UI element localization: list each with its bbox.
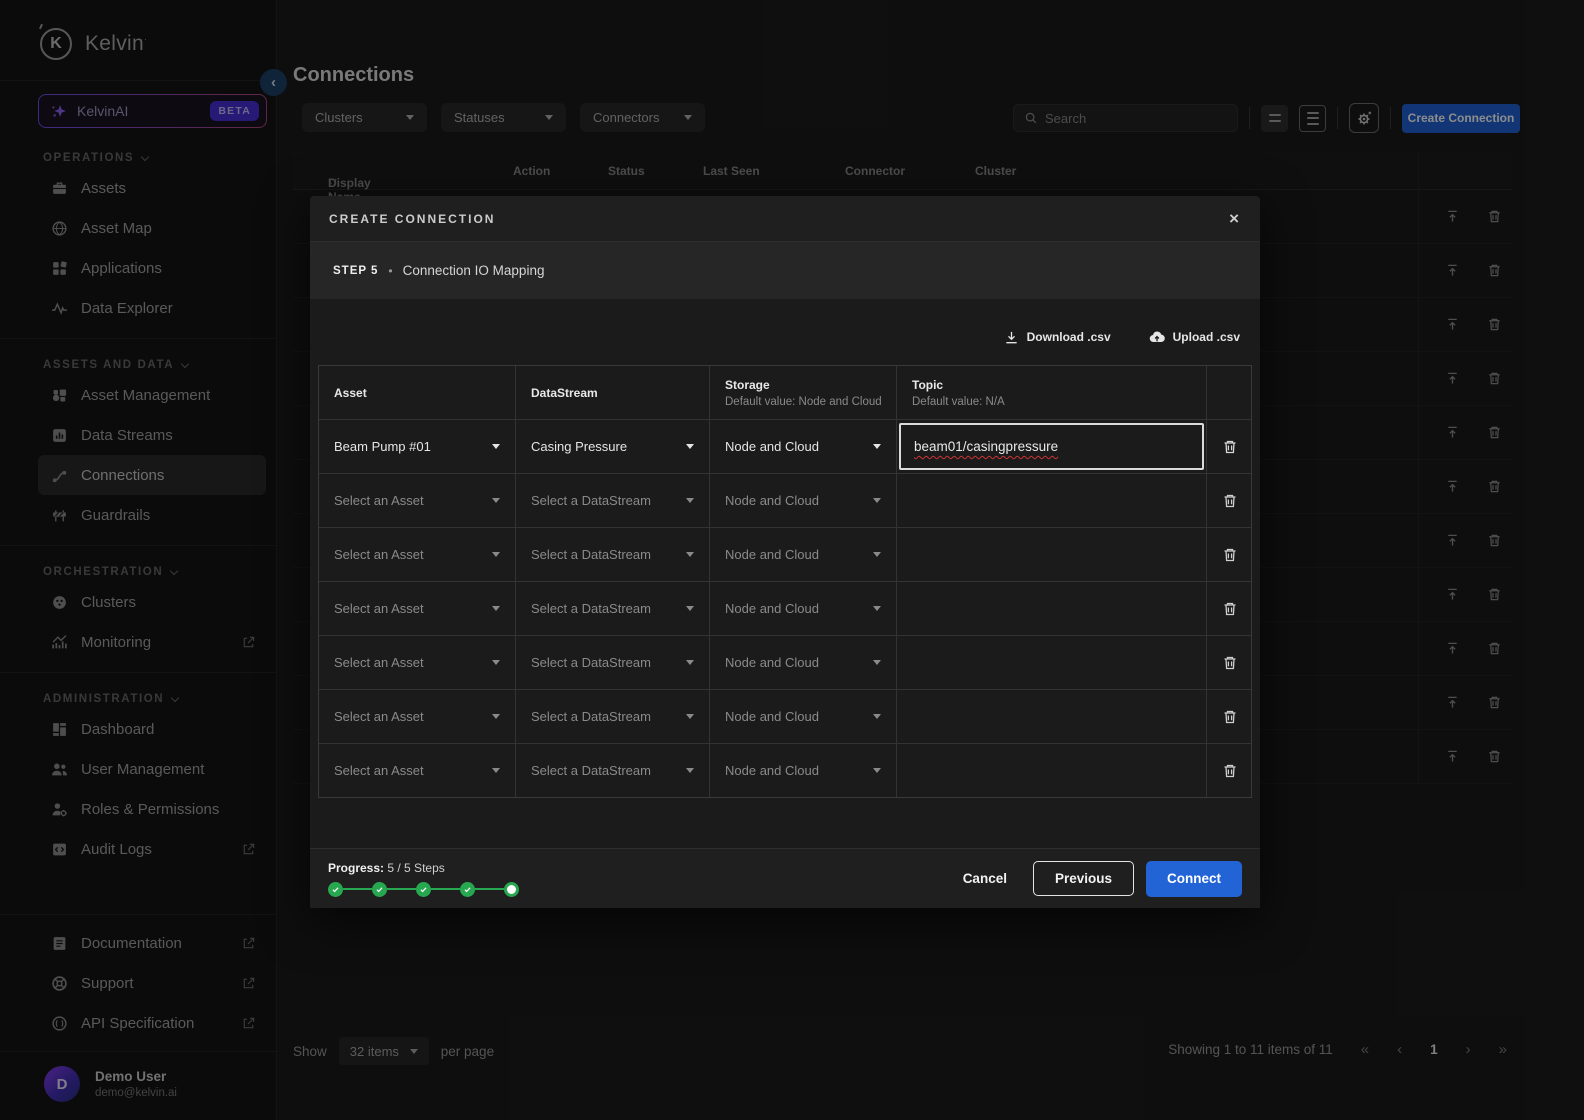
io-mapping-row: Select an Asset Select a DataStream Node… [319, 636, 1251, 690]
download-csv-button[interactable]: Download .csv [1004, 330, 1111, 345]
storage-select[interactable]: Node and Cloud [725, 709, 881, 724]
chevron-down-icon [873, 444, 881, 449]
topic-default-value: Default value: N/A [912, 396, 1191, 408]
trash-icon[interactable] [1222, 655, 1238, 671]
chevron-down-icon [686, 606, 694, 611]
storage-select[interactable]: Node and Cloud [725, 763, 881, 778]
asset-select[interactable]: Select an Asset [334, 763, 500, 778]
chevron-down-icon [873, 714, 881, 719]
chevron-down-icon [873, 498, 881, 503]
trash-icon[interactable] [1222, 493, 1238, 509]
modal-footer: Progress: 5 / 5 Steps Cancel Previous Co… [310, 848, 1260, 908]
datastream-column-header: DataStream [531, 386, 694, 400]
upload-csv-button[interactable]: Upload .csv [1149, 329, 1240, 345]
previous-button[interactable]: Previous [1033, 861, 1134, 896]
cancel-button[interactable]: Cancel [949, 862, 1021, 895]
io-mapping-row: Select an Asset Select a DataStream Node… [319, 744, 1251, 797]
storage-select[interactable]: Node and Cloud [725, 493, 881, 508]
progress-value: 5 / 5 Steps [387, 861, 444, 875]
chevron-down-icon [686, 498, 694, 503]
storage-select[interactable]: Node and Cloud [725, 601, 881, 616]
chevron-down-icon [686, 444, 694, 449]
progress-label: Progress: [328, 861, 384, 875]
io-mapping-row: Beam Pump #01 Casing Pressure Node and C… [319, 420, 1251, 474]
modal-body: Download .csv Upload .csv Asset DataStre… [310, 299, 1260, 848]
asset-select[interactable]: Select an Asset [334, 709, 500, 724]
chevron-down-icon [492, 768, 500, 773]
trash-icon[interactable] [1222, 439, 1238, 455]
storage-column-header: Storage [725, 378, 881, 392]
topic-column-header: Topic [912, 378, 1191, 392]
chevron-down-icon [492, 660, 500, 665]
chevron-down-icon [686, 714, 694, 719]
chevron-down-icon [686, 660, 694, 665]
storage-default-value: Default value: Node and Cloud [725, 396, 881, 408]
step-label: STEP 5 [333, 265, 378, 277]
asset-select[interactable]: Select an Asset [334, 547, 500, 562]
connect-button[interactable]: Connect [1146, 861, 1242, 897]
asset-column-header: Asset [334, 386, 500, 400]
chevron-down-icon [492, 552, 500, 557]
io-mapping-row: Select an Asset Select a DataStream Node… [319, 528, 1251, 582]
download-icon [1004, 330, 1019, 345]
trash-icon[interactable] [1222, 547, 1238, 563]
csv-actions: Download .csv Upload .csv [318, 299, 1252, 365]
modal-title: CREATE CONNECTION [329, 212, 495, 226]
progress-indicator: Progress: 5 / 5 Steps [328, 861, 519, 897]
step-separator: • [388, 264, 392, 278]
chevron-down-icon [873, 768, 881, 773]
io-table-header: Asset DataStream Storage Default value: N… [319, 366, 1251, 420]
datastream-select[interactable]: Casing Pressure [531, 439, 694, 454]
step-current-icon [504, 882, 519, 897]
io-mapping-row: Select an Asset Select a DataStream Node… [319, 474, 1251, 528]
asset-select[interactable]: Select an Asset [334, 601, 500, 616]
modal-actions: Cancel Previous Connect [949, 861, 1242, 897]
step-complete-icon [460, 882, 475, 897]
cloud-upload-icon [1149, 329, 1165, 345]
storage-select[interactable]: Node and Cloud [725, 547, 881, 562]
chevron-down-icon [873, 552, 881, 557]
create-connection-modal: CREATE CONNECTION × STEP 5 • Connection … [310, 196, 1260, 908]
chevron-down-icon [492, 714, 500, 719]
step-complete-icon [372, 882, 387, 897]
chevron-down-icon [873, 660, 881, 665]
asset-select[interactable]: Select an Asset [334, 655, 500, 670]
chevron-down-icon [686, 552, 694, 557]
asset-select[interactable]: Beam Pump #01 [334, 439, 500, 454]
datastream-select[interactable]: Select a DataStream [531, 709, 694, 724]
datastream-select[interactable]: Select a DataStream [531, 547, 694, 562]
io-mapping-table: Asset DataStream Storage Default value: N… [318, 365, 1252, 798]
chevron-down-icon [492, 444, 500, 449]
asset-select[interactable]: Select an Asset [334, 493, 500, 508]
chevron-down-icon [492, 498, 500, 503]
step-complete-icon [416, 882, 431, 897]
datastream-select[interactable]: Select a DataStream [531, 493, 694, 508]
storage-select[interactable]: Node and Cloud [725, 655, 881, 670]
close-icon[interactable]: × [1229, 210, 1241, 227]
trash-icon[interactable] [1222, 709, 1238, 725]
datastream-select[interactable]: Select a DataStream [531, 601, 694, 616]
trash-icon[interactable] [1222, 763, 1238, 779]
io-mapping-row: Select an Asset Select a DataStream Node… [319, 582, 1251, 636]
chevron-down-icon [492, 606, 500, 611]
step-title: Connection IO Mapping [403, 263, 545, 278]
io-mapping-row: Select an Asset Select a DataStream Node… [319, 690, 1251, 744]
storage-select[interactable]: Node and Cloud [725, 439, 881, 454]
datastream-select[interactable]: Select a DataStream [531, 655, 694, 670]
topic-input[interactable]: beam01/casingpressure [899, 423, 1204, 470]
progress-steps [328, 882, 519, 897]
chevron-down-icon [873, 606, 881, 611]
chevron-down-icon [686, 768, 694, 773]
datastream-select[interactable]: Select a DataStream [531, 763, 694, 778]
modal-header: CREATE CONNECTION × [310, 196, 1260, 242]
trash-icon[interactable] [1222, 601, 1238, 617]
step-complete-icon [328, 882, 343, 897]
step-bar: STEP 5 • Connection IO Mapping [310, 242, 1260, 299]
